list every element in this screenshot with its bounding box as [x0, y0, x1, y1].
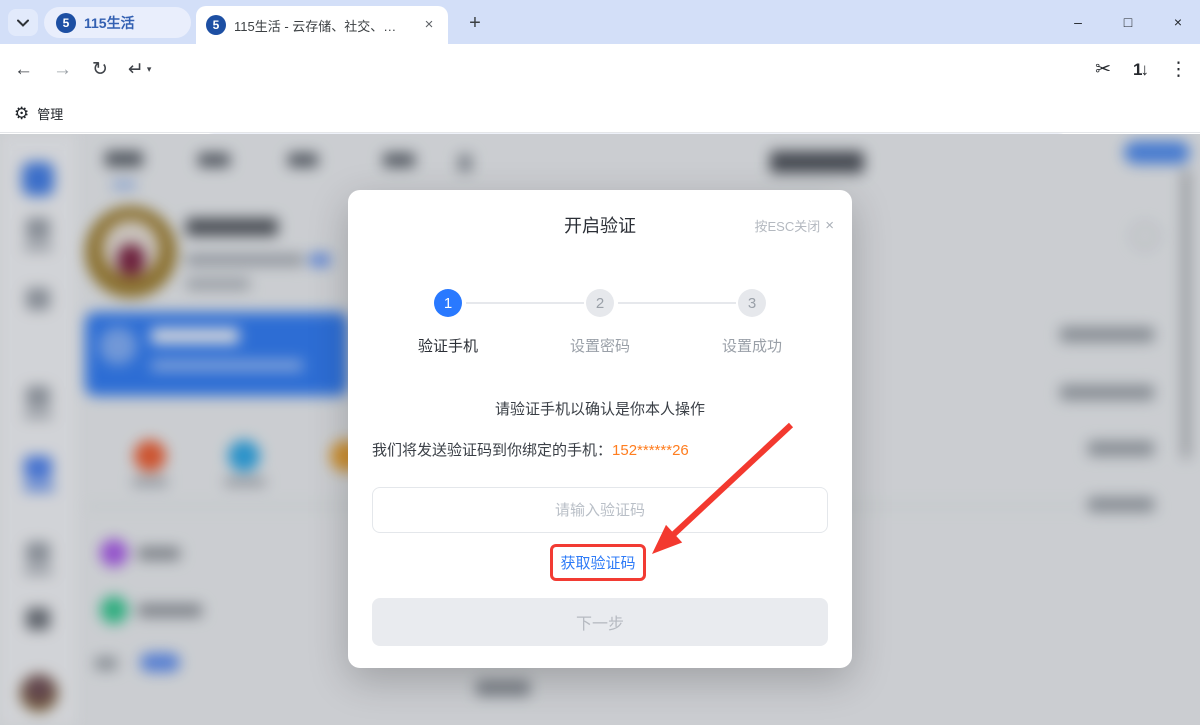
bookmark-manage[interactable]: 管理 [37, 104, 63, 123]
tab-search-button[interactable] [8, 9, 38, 36]
tab-strip: 5 115生活 5 115生活 - 云存储、社交、生活 × + – □ × [0, 0, 1200, 44]
step-label: 设置密码 [570, 335, 630, 356]
tab-115-life[interactable]: 5 115生活 [44, 7, 191, 38]
masked-phone-number: 152******26 [612, 442, 689, 459]
gear-icon: ⚙ [14, 104, 29, 124]
send-code-hint: 我们将发送验证码到你绑定的手机：152******26 [372, 439, 689, 460]
enable-verification-modal: 开启验证 按ESC关闭 × 1 验证手机 2 设置密码 3 设置成功 请验证手机… [348, 190, 852, 668]
step-label: 验证手机 [418, 335, 478, 356]
bookmarks-bar: ⚙ 管理 [0, 95, 1200, 133]
verification-stepper: 1 验证手机 2 设置密码 3 设置成功 [348, 289, 852, 361]
site-favicon-icon: 5 [56, 13, 76, 33]
step-connector [466, 302, 584, 304]
tab-close-icon[interactable]: × [420, 16, 438, 34]
send-code-text: 我们将发送验证码到你绑定的手机： [372, 442, 612, 459]
step-number: 1 [434, 289, 462, 317]
annotation-red-box: 获取验证码 [550, 544, 646, 581]
step-label: 设置成功 [722, 335, 782, 356]
step-connector [618, 302, 736, 304]
browser-toolbar: ← → ↻ ↵ ▾ 115.com/life/settings/security… [0, 44, 1200, 95]
modal-close-icon[interactable]: × [825, 217, 834, 234]
step-set-password: 2 设置密码 [570, 289, 630, 356]
esc-hint: 按ESC关闭 × [755, 216, 835, 235]
verify-subtitle: 请验证手机以确认是你本人操作 [348, 398, 852, 419]
tab-label: 115生活 [84, 13, 135, 33]
forward-icon[interactable]: → [53, 60, 72, 79]
site-favicon-icon: 5 [206, 15, 226, 35]
enter-extension-button[interactable]: ↵ ▾ [128, 60, 151, 79]
reload-icon[interactable]: ↻ [92, 60, 108, 79]
get-code-link[interactable]: 获取验证码 [560, 552, 635, 573]
step-number: 3 [738, 289, 766, 317]
more-menu-icon[interactable]: ⋮ [1169, 60, 1188, 79]
updown-extension-icon[interactable]: 1↓ [1133, 61, 1147, 78]
verification-code-input[interactable] [372, 487, 828, 533]
window-controls: – □ × [1070, 0, 1186, 44]
close-button[interactable]: × [1170, 14, 1186, 30]
back-icon[interactable]: ← [14, 60, 33, 79]
scissors-extension-icon[interactable]: ✂ [1095, 60, 1111, 79]
minimize-button[interactable]: – [1070, 14, 1086, 30]
return-arrow-icon: ↵ [128, 60, 144, 79]
tab-active-115-life-cloud[interactable]: 5 115生活 - 云存储、社交、生活 × [196, 6, 448, 44]
step-verify-phone: 1 验证手机 [418, 289, 478, 356]
step-success: 3 设置成功 [722, 289, 782, 356]
tab-label: 115生活 - 云存储、社交、生活 [234, 16, 404, 35]
maximize-button[interactable]: □ [1120, 14, 1136, 30]
chevron-down-icon [17, 19, 29, 27]
step-number: 2 [586, 289, 614, 317]
esc-hint-text: 按ESC关闭 [755, 216, 821, 235]
caret-down-icon: ▾ [147, 64, 152, 75]
new-tab-button[interactable]: + [462, 10, 488, 36]
next-step-button[interactable]: 下一步 [372, 598, 828, 646]
